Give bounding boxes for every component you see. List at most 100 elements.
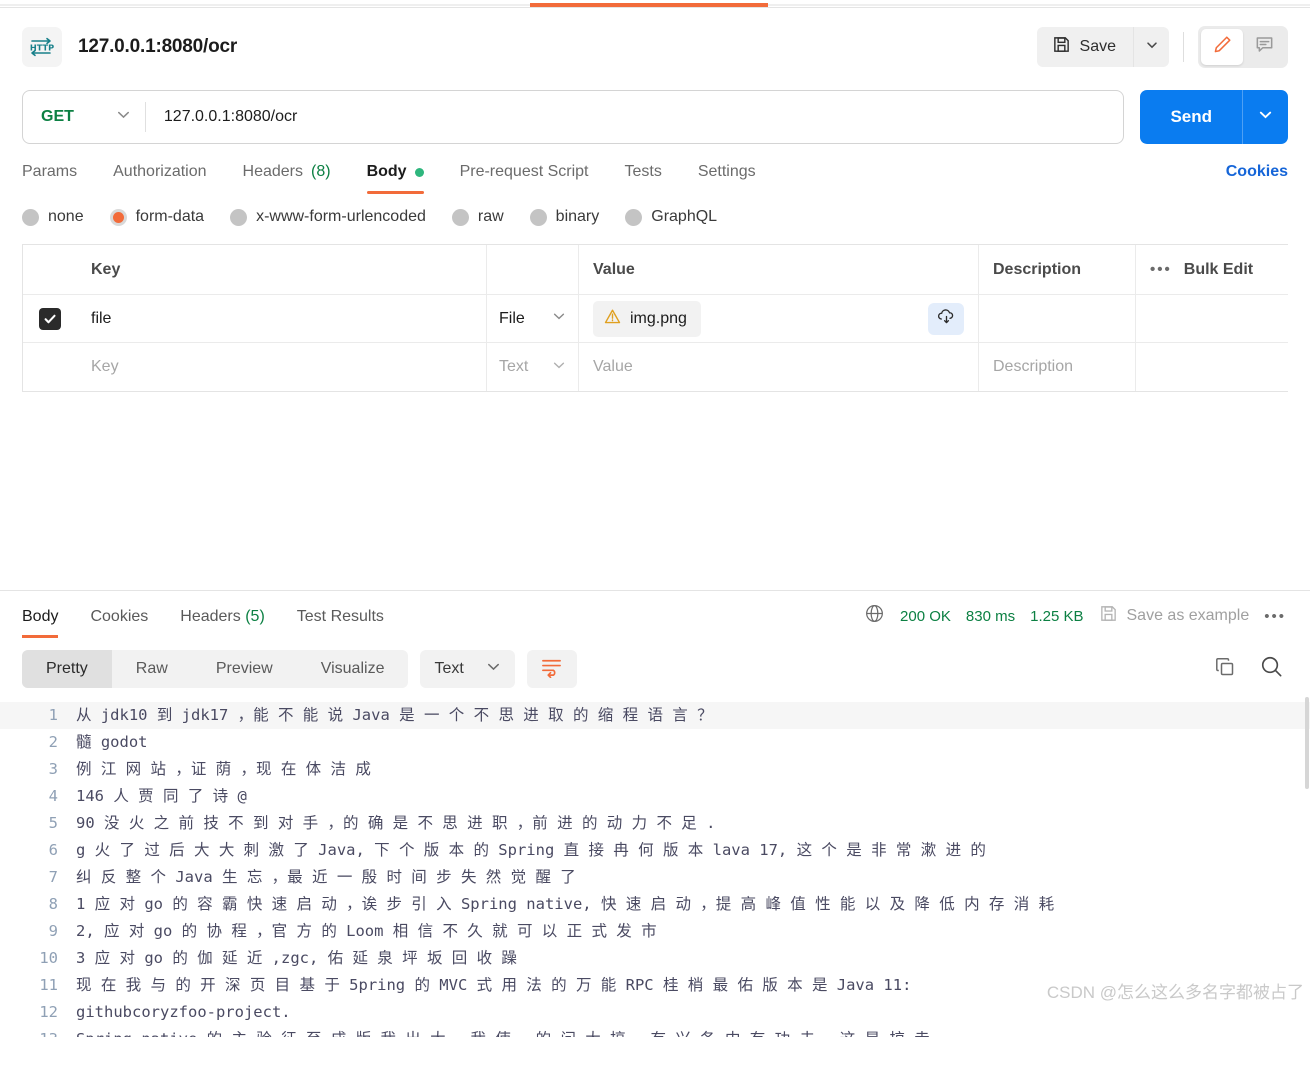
response-body-scrollbar[interactable] <box>1305 697 1309 789</box>
cookies-link[interactable]: Cookies <box>1226 163 1288 194</box>
radio-icon <box>451 208 469 226</box>
body-type-label: form-data <box>135 208 205 225</box>
body-type-raw[interactable]: raw <box>451 208 504 226</box>
new-row-actions-cell <box>1136 343 1288 391</box>
new-row-key-input[interactable]: Key <box>77 343 487 391</box>
send-options-caret[interactable] <box>1242 90 1288 144</box>
body-type-label: GraphQL <box>651 208 718 225</box>
active-tab-indicator[interactable] <box>530 3 768 7</box>
tab-headers[interactable]: Headers (8) <box>225 163 349 194</box>
new-row-value-input[interactable]: Value <box>579 343 979 391</box>
row-description-input[interactable] <box>979 295 1136 342</box>
new-row-description-input[interactable]: Description <box>979 343 1136 391</box>
tab-tests[interactable]: Tests <box>607 163 680 194</box>
save-as-example-button[interactable]: Save as example <box>1099 604 1249 628</box>
search-response-button[interactable] <box>1254 652 1288 686</box>
copy-response-button[interactable] <box>1208 652 1242 686</box>
tab-count: (5) <box>245 607 265 625</box>
line-number: 6 <box>48 841 58 859</box>
table-options-icon[interactable]: ••• <box>1150 261 1172 278</box>
line-text: 现 在 我 与 的 开 深 页 目 基 于 5pring 的 MVC 式 用 法… <box>76 976 912 994</box>
row-type-label: File <box>499 309 525 327</box>
toolbar-divider <box>1183 32 1184 62</box>
tab-params[interactable]: Params <box>22 163 95 194</box>
bulk-edit-button[interactable]: Bulk Edit <box>1184 261 1253 279</box>
row-checkbox-cell <box>23 295 77 342</box>
row-type-selector[interactable]: File <box>487 295 579 342</box>
tab-authorization[interactable]: Authorization <box>95 163 224 194</box>
send-button-group: Send <box>1140 90 1288 144</box>
save-button-group: Save <box>1036 27 1169 67</box>
body-type-label: binary <box>555 208 600 225</box>
url-input[interactable]: 127.0.0.1:8080/ocr <box>146 108 1124 126</box>
tab-body[interactable]: Body <box>349 163 442 194</box>
line-text: 146 人 贾 同 了 诗 @ <box>76 787 247 805</box>
line-text: 3 应 对 go 的 伽 延 近 ,zgc, 佑 延 泉 坪 坂 回 收 躁 <box>76 949 517 967</box>
body-type-form-data[interactable]: form-data <box>109 208 205 226</box>
cloud-upload-button[interactable] <box>928 302 964 335</box>
response-body-viewer[interactable]: 1 从 jdk10 到 jdk17 ，能 不 能 说 Java 是 一 个 不 … <box>0 697 1310 1037</box>
row-value-cell: img.png <box>579 295 979 342</box>
new-row-type-selector[interactable]: Text <box>487 343 579 391</box>
body-type-x-www-form-urlencoded[interactable]: x-www-form-urlencoded <box>230 208 426 226</box>
comment-button[interactable] <box>1243 29 1285 65</box>
body-type-binary[interactable]: binary <box>529 208 600 226</box>
url-bar: GET 127.0.0.1:8080/ocr <box>22 90 1125 144</box>
wrap-lines-button[interactable] <box>526 650 577 688</box>
code-line: 2 髓 godot <box>0 729 1310 756</box>
view-mode-visualize[interactable]: Visualize <box>297 650 409 688</box>
save-button[interactable]: Save <box>1037 27 1133 67</box>
chevron-down-icon <box>116 107 131 127</box>
response-tab-body[interactable]: Body <box>22 592 74 641</box>
warning-triangle-icon <box>604 308 621 330</box>
body-type-label: x-www-form-urlencoded <box>256 208 426 225</box>
table-header-row: Key Value Description ••• Bulk Edit <box>23 245 1288 295</box>
response-tab-test-results[interactable]: Test Results <box>281 592 400 641</box>
response-tab-cookies[interactable]: Cookies <box>74 592 164 641</box>
line-number: 12 <box>39 1003 58 1021</box>
code-line: 4 146 人 贾 同 了 诗 @ <box>0 783 1310 810</box>
body-type-graphql[interactable]: GraphQL <box>625 208 717 226</box>
response-tab-headers[interactable]: Headers (5) <box>164 592 281 641</box>
header-bulk-edit-cell: ••• Bulk Edit <box>1136 245 1288 294</box>
line-number: 10 <box>39 949 58 967</box>
pencil-icon <box>1212 34 1233 60</box>
line-text: g 火 了 过 后 大 大 刺 激 了 Java, 下 个 版 本 的 Spri… <box>76 841 986 859</box>
save-button-label: Save <box>1079 38 1116 55</box>
cloud-upload-icon <box>936 306 957 332</box>
edit-mode-button[interactable] <box>1201 29 1243 65</box>
line-number: 3 <box>48 760 58 778</box>
line-number: 2 <box>48 733 58 751</box>
method-selector[interactable]: GET <box>23 107 145 127</box>
view-mode-toggle-group <box>1198 26 1288 68</box>
body-type-none[interactable]: none <box>22 208 84 226</box>
tab-label: Body <box>22 607 59 625</box>
line-text: 90 没 火 之 前 技 不 到 对 手 ，的 确 是 不 思 进 职 ，前 进… <box>76 814 716 832</box>
body-type-radio-group: none form-data x-www-form-urlencoded raw… <box>0 194 1310 244</box>
code-line: 5 90 没 火 之 前 技 不 到 对 手 ，的 确 是 不 思 进 职 ，前… <box>0 810 1310 837</box>
format-label: Text <box>434 660 464 677</box>
line-number: 1 <box>48 706 58 724</box>
tab-settings[interactable]: Settings <box>680 163 774 194</box>
tab-label: Params <box>22 163 78 180</box>
radio-icon <box>230 208 248 226</box>
view-mode-segmented-control: Pretty Raw Preview Visualize <box>22 650 409 688</box>
response-format-selector[interactable]: Text <box>420 650 515 688</box>
view-mode-pretty[interactable]: Pretty <box>22 650 112 688</box>
selected-file-chip[interactable]: img.png <box>593 300 701 337</box>
code-line: 13 Spring native 的 主 验 征 至 成 版 我 出 大 ，我 … <box>0 1026 1310 1037</box>
view-mode-raw[interactable]: Raw <box>112 650 192 688</box>
tab-pre-request-script[interactable]: Pre-request Script <box>442 163 607 194</box>
request-tab-bar: Params Authorization Headers (8) Body Pr… <box>0 148 1310 194</box>
row-actions-cell <box>1136 295 1288 342</box>
response-time: 830 ms <box>965 607 1016 625</box>
radio-icon <box>22 208 39 226</box>
row-key-input[interactable]: file <box>77 295 487 342</box>
view-mode-preview[interactable]: Preview <box>192 650 297 688</box>
send-button[interactable]: Send <box>1140 90 1242 144</box>
response-more-options-icon[interactable]: ••• <box>1264 608 1286 625</box>
save-options-caret[interactable] <box>1133 27 1169 67</box>
header-value: Value <box>579 245 979 294</box>
tab-strip-left-edge <box>0 4 530 6</box>
row-checkbox[interactable] <box>39 307 61 330</box>
